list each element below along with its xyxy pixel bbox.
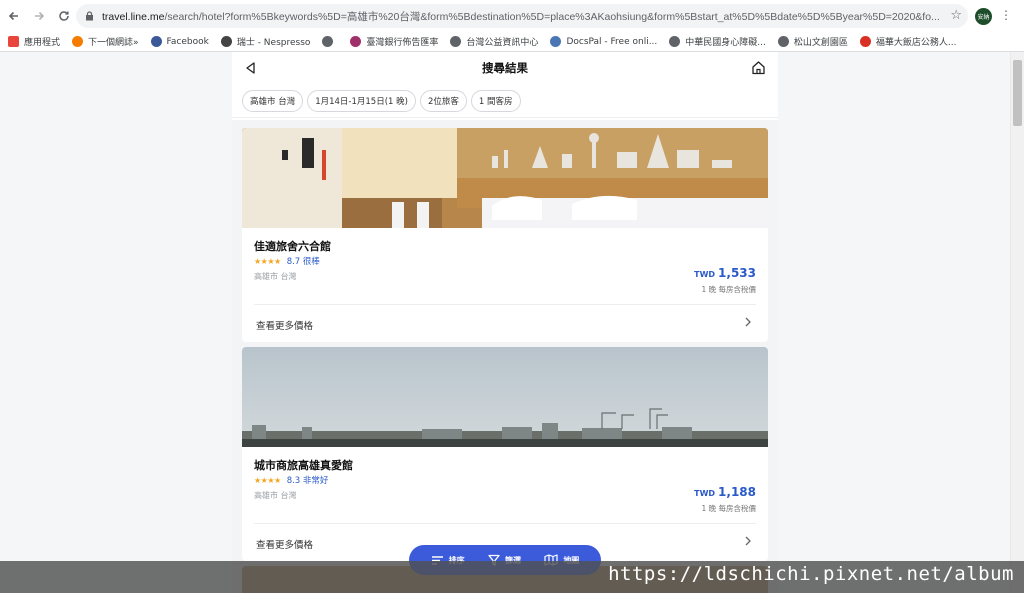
page-scrollbar[interactable]	[1010, 52, 1024, 593]
chevron-right-icon[interactable]	[744, 536, 752, 549]
line-travel-app: 搜尋結果 高雄市 台灣 1月14日-1月15日(1 晚) 2位旅客 1 間客房	[232, 52, 778, 593]
bookmark-item[interactable]: 臺灣銀行佈告匯率	[350, 35, 438, 48]
chevron-right-icon[interactable]	[744, 317, 752, 330]
back-icon[interactable]	[244, 61, 258, 75]
browser-toolbar: travel.line.me/search/hotel?form%5Bkeywo…	[0, 0, 1024, 32]
chip-rooms[interactable]: 1 間客房	[470, 89, 521, 112]
bookmark-label: 松山文創園區	[793, 38, 848, 48]
review-score: 8.3 非常好	[286, 476, 329, 486]
favicon-icon	[859, 36, 871, 47]
bookmark-label: Facebook	[166, 36, 209, 47]
bookmark-item[interactable]: 瑞士 - Nespresso	[220, 35, 311, 48]
bookmark-item[interactable]: 福華大飯店公務人...	[859, 35, 957, 48]
more-prices-link[interactable]: 查看更多價格	[256, 318, 313, 332]
favicon-icon	[350, 36, 362, 47]
web-page: 搜尋結果 高雄市 台灣 1月14日-1月15日(1 晚) 2位旅客 1 間客房	[0, 52, 1010, 593]
bookmark-item[interactable]	[322, 36, 338, 47]
star-rating-icon: ★★★★	[254, 475, 281, 485]
apps-grid-icon	[8, 36, 19, 47]
page-title: 搜尋結果	[482, 61, 528, 75]
hotel-photo[interactable]	[242, 128, 768, 228]
divider	[254, 523, 756, 524]
bookmark-label: 瑞士 - Nespresso	[236, 38, 311, 48]
back-arrow-icon[interactable]	[3, 5, 25, 27]
hotel-location: 高雄市 台灣	[254, 491, 297, 500]
hotel-price: TWD 1,188	[694, 485, 756, 499]
forward-arrow-icon[interactable]	[28, 5, 50, 27]
bookmark-item[interactable]: 下一個網誌»	[72, 35, 139, 48]
browser-menu-icon[interactable]: ⋮	[1000, 8, 1012, 22]
reload-icon[interactable]	[53, 5, 75, 27]
divider	[254, 304, 756, 305]
more-prices-link[interactable]: 查看更多價格	[256, 537, 313, 551]
hotel-photo[interactable]	[242, 347, 768, 447]
favicon-icon	[150, 36, 162, 47]
hotel-location: 高雄市 台灣	[254, 272, 297, 281]
review-score: 8.7 很棒	[286, 257, 320, 267]
bookmark-item[interactable]: 台灣公益資訊中心	[450, 35, 538, 48]
chip-dates[interactable]: 1月14日-1月15日(1 晚)	[307, 89, 416, 112]
hotel-rating: ★★★★ 8.3 非常好	[254, 474, 329, 487]
bookmark-label: 應用程式	[24, 38, 61, 48]
chip-destination[interactable]: 高雄市 台灣	[242, 89, 304, 112]
favicon-icon	[72, 36, 84, 47]
hotel-card[interactable]: 佳適旅舍六合館 ★★★★ 8.7 很棒 高雄市 台灣 TWD 1,533 1 晚 …	[242, 128, 768, 342]
hotel-name[interactable]: 城市商旅高雄真愛館	[254, 457, 353, 473]
bookmark-label: 中華民國身心障礙...	[685, 38, 766, 48]
bookmark-label: DocsPal - Free onli...	[566, 36, 658, 47]
bookmark-label: 台灣公益資訊中心	[466, 38, 539, 48]
watermark-text: https://ldschichi.pixnet.net/album	[608, 563, 1014, 585]
hotel-price: TWD 1,533	[694, 266, 756, 280]
scrollbar-thumb[interactable]	[1013, 60, 1022, 126]
hotel-results-list: 佳適旅舍六合館 ★★★★ 8.7 很棒 高雄市 台灣 TWD 1,533 1 晚 …	[232, 120, 778, 593]
price-note: 1 晚 每房含稅價	[701, 285, 756, 294]
bookmark-label: 福華大飯店公務人...	[875, 38, 957, 48]
favicon-icon	[220, 36, 232, 47]
bookmark-item[interactable]: Facebook	[150, 36, 209, 47]
star-rating-icon: ★★★★	[254, 256, 281, 266]
favicon-icon	[777, 36, 789, 47]
favicon-icon	[669, 36, 681, 47]
bookmarks-bar: 應用程式 下一個網誌» Facebook 瑞士 - Nespresso 臺灣銀行佈告匯率…	[0, 32, 1024, 52]
hotel-rating: ★★★★ 8.7 很棒	[254, 255, 320, 268]
price-note: 1 晚 每房含稅價	[701, 504, 756, 513]
address-bar[interactable]: travel.line.me/search/hotel?form%5Bkeywo…	[76, 4, 968, 28]
hotel-card[interactable]: 城市商旅高雄真愛館 ★★★★ 8.3 非常好 高雄市 台灣 TWD 1,188 1…	[242, 347, 768, 561]
hotel-name[interactable]: 佳適旅舍六合館	[254, 238, 331, 254]
bookmark-item[interactable]: 松山文創園區	[777, 35, 848, 48]
bookmark-label: 下一個網誌»	[88, 38, 139, 48]
bookmark-item[interactable]: 中華民國身心障礙...	[669, 35, 766, 48]
chip-guests[interactable]: 2位旅客	[419, 89, 467, 112]
favicon-icon	[450, 36, 462, 47]
bookmark-item[interactable]: 應用程式	[8, 35, 60, 48]
lock-icon	[82, 9, 96, 23]
app-header: 搜尋結果	[232, 52, 778, 84]
bookmark-label: 臺灣銀行佈告匯率	[366, 38, 439, 48]
bookmark-item[interactable]: DocsPal - Free onli...	[550, 36, 657, 47]
search-criteria-chips: 高雄市 台灣 1月14日-1月15日(1 晚) 2位旅客 1 間客房	[232, 84, 778, 118]
favicon-icon	[322, 36, 334, 47]
favicon-icon	[550, 36, 562, 47]
profile-avatar[interactable]: 安納	[975, 8, 992, 25]
home-icon[interactable]	[751, 60, 766, 75]
bookmark-star-icon[interactable]: ☆	[950, 8, 962, 23]
url-text: travel.line.me/search/hotel?form%5Bkeywo…	[102, 10, 940, 23]
